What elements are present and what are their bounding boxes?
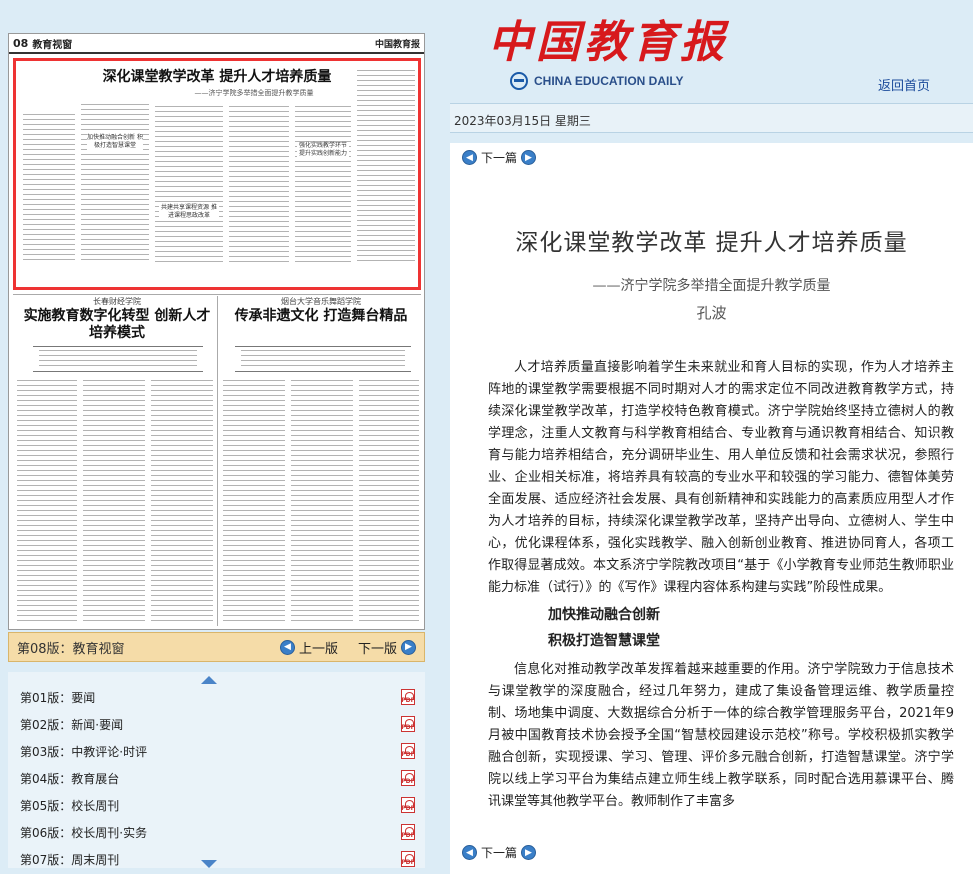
scroll-up-arrow-icon[interactable] [201,676,217,684]
scroll-down-arrow-icon[interactable] [201,860,217,868]
paper-subhead: 加快推动融合创新 积极打造智慧课堂 [87,134,143,150]
arrow-right-icon: ▶ [521,845,537,860]
edition-item-label[interactable]: 第04版：教育展台 [20,770,119,787]
paper-text-col [359,380,419,624]
edition-item-label[interactable]: 第06版：校长周刊·实务 [20,824,147,841]
pdf-icon[interactable]: PDF [401,851,415,867]
next-article-label[interactable]: 下一篇 [481,844,517,861]
paper-main-title: 深化课堂教学改革 提升人才培养质量 [102,69,332,85]
paper-text-col [81,104,149,264]
paper-text-col [229,106,289,264]
pdf-icon[interactable]: PDF [401,716,415,732]
arrow-right-icon: ▶ [401,639,416,655]
edition-item[interactable]: 第01版：要闻 PDF [8,684,425,710]
paper-divider [13,294,421,295]
next-article-label[interactable]: 下一篇 [481,149,517,166]
paper-header: 08 教育视窗 中国教育报 [9,34,424,54]
edition-item-label[interactable]: 第03版：中教评论·时评 [20,743,147,760]
article-title: 深化课堂教学改革 提升人才培养质量 [515,230,908,256]
article-subheading: 加快推动融合创新 [548,607,660,623]
edition-nav: ◀ 上一版 下一版 ▶ [279,638,416,657]
home-link[interactable]: 返回首页 [878,75,930,94]
edition-item-label[interactable]: 第05版：校长周刊 [20,797,119,814]
paper-left-kicker: 长春财经学院 [93,297,141,306]
edition-bar: 第08版：教育视窗 ◀ 上一版 下一版 ▶ [8,632,425,662]
issue-date: 2023年03月15日 星期三 [454,114,591,128]
logo-english-row: CHINA EDUCATION DAILY [510,72,684,90]
pdf-icon[interactable]: PDF [401,824,415,840]
next-article-link-bottom[interactable]: ◀ 下一篇 ▶ [462,844,537,861]
paper-text-col [223,380,285,624]
prev-edition-label: 上一版 [298,641,338,657]
paper-text-col [151,380,213,624]
paper-right-title: 传承非遗文化 打造舞台精品 [234,308,408,324]
paper-brand: 中国教育报 [374,39,420,50]
pdf-icon[interactable]: PDF [401,797,415,813]
arrow-left-icon: ◀ [462,150,477,165]
edition-item[interactable]: 第06版：校长周刊·实务 PDF [8,819,425,845]
next-article-link-top[interactable]: ◀ 下一篇 ▶ [462,149,537,166]
pdf-icon[interactable]: PDF [401,689,415,705]
article-paragraph: 信息化对推动教学改革发挥着越来越重要的作用。济宁学院致力于信息技术与课堂教学的深… [488,662,954,809]
paper-text-col [155,106,223,264]
logo-chinese: 中国教育报 [488,17,728,68]
edition-list: 第01版：要闻 PDF 第02版：新闻·要闻 PDF 第03版：中教评论·时评 … [8,672,425,868]
article-author: 孔波 [696,304,727,322]
paper-text-col [83,380,145,624]
edition-item[interactable]: 第02版：新闻·要闻 PDF [8,711,425,737]
pdf-icon[interactable]: PDF [401,770,415,786]
paper-text-col [241,350,405,370]
article-subheading: 积极打造智慧课堂 [548,633,660,649]
paper-text-col [295,106,351,264]
edition-item[interactable]: 第04版：教育展台 PDF [8,765,425,791]
paper-left-title: 实施教育数字化转型 创新人才培养模式 [23,308,211,341]
paper-text-col [39,350,197,370]
paper-page-name: 教育视窗 [32,39,73,51]
paper-text-col [17,380,77,624]
masthead: 中国教育报 CHINA EDUCATION DAILY 返回首页 [450,0,973,100]
arrow-left-icon: ◀ [462,845,477,860]
edition-item[interactable]: 第05版：校长周刊 PDF [8,792,425,818]
prev-edition-button[interactable]: ◀ 上一版 [279,638,338,657]
globe-icon [510,72,528,90]
paper-divider [217,296,218,626]
paper-page-number: 08 [13,36,29,50]
paper-right-kicker: 烟台大学音乐舞蹈学院 [281,297,361,306]
article-paragraph: 人才培养质量直接影响着学生未来就业和育人目标的实现，作为人才培养主阵地的课堂教学… [488,360,954,595]
date-bar: 2023年03月15日 星期三 [450,103,973,133]
article-body: 人才培养质量直接影响着学生未来就业和育人目标的实现，作为人才培养主阵地的课堂教学… [488,357,954,827]
arrow-right-icon: ▶ [521,150,537,165]
next-edition-button[interactable]: 下一版 ▶ [358,638,416,657]
logo-english: CHINA EDUCATION DAILY [534,74,684,88]
current-edition-label: 第08版：教育视窗 [17,641,125,657]
edition-item[interactable]: 第03版：中教评论·时评 PDF [8,738,425,764]
paper-subhead: 共建共享课程资源 推进课程思政改革 [159,204,219,220]
pdf-icon[interactable]: PDF [401,743,415,759]
edition-item-label[interactable]: 第07版：周末周刊 [20,851,119,868]
paper-text-col [23,114,75,264]
next-edition-label: 下一版 [357,641,397,657]
article-panel: ◀ 下一篇 ▶ 深化课堂教学改革 提升人才培养质量 ——济宁学院多举措全面提升教… [450,143,973,874]
article-subtitle: ——济宁学院多举措全面提升教学质量 [592,278,831,294]
paper-subhead: 强化实践教学环节 提升实践创新能力 [297,142,349,158]
newspaper-page-image[interactable]: 08 教育视窗 中国教育报 深化课堂教学改革 提升人才培养质量 ——济宁学院多举… [8,33,425,630]
paper-main-subtitle: ——济宁学院多举措全面提升教学质量 [194,89,314,97]
arrow-left-icon: ◀ [279,639,295,655]
paper-text-col [357,70,415,264]
edition-item-label[interactable]: 第01版：要闻 [20,689,95,706]
paper-text-col [291,380,353,624]
edition-item-label[interactable]: 第02版：新闻·要闻 [20,716,123,733]
